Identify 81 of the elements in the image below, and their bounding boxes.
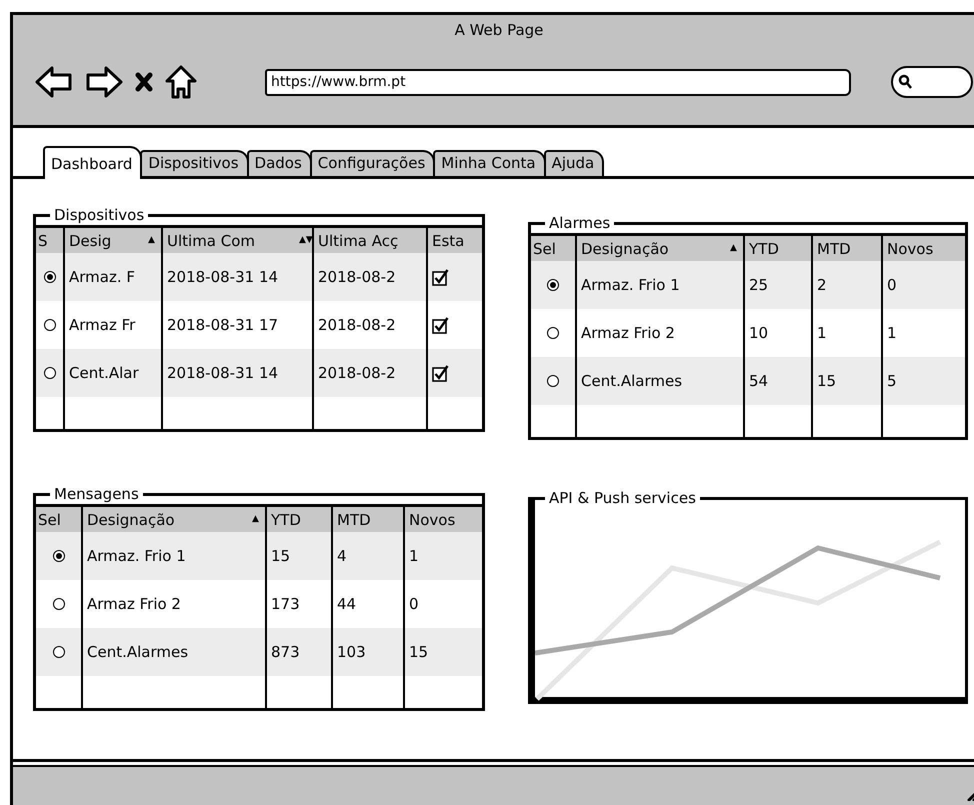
close-icon[interactable] [135, 72, 153, 92]
column-header[interactable]: YTD [743, 236, 811, 261]
table-cell: 173 [271, 595, 300, 613]
column-header[interactable]: S [36, 228, 63, 253]
tab[interactable]: Dashboard [43, 146, 142, 179]
address-field[interactable]: https://www.brm.pt [265, 68, 851, 96]
table-cell: Cent.Alarmes [581, 372, 682, 390]
table-cell: 2018-08-2 [318, 316, 396, 334]
table-cell: Armaz. Frio 1 [87, 547, 186, 565]
panel-title: Alarmes [548, 215, 612, 231]
window-title: A Web Page [454, 21, 544, 39]
table-cell: 2018-08-31 14 [167, 364, 278, 382]
panel-title: Dispositivos [53, 207, 146, 223]
table-cell: 2018-08-31 17 [167, 316, 278, 334]
radio-button[interactable] [44, 367, 56, 379]
table-cell: 2018-08-2 [318, 268, 396, 286]
table-cell: Armaz Fr [69, 316, 136, 334]
tab[interactable]: Ajuda [544, 150, 604, 176]
table-cell: 2018-08-2 [318, 364, 396, 382]
radio-button[interactable] [547, 327, 559, 339]
column-header[interactable]: Sel [531, 236, 575, 261]
column-header[interactable]: Designação [87, 510, 175, 528]
panel-title: Mensagens [53, 486, 140, 502]
table-cell: 1 [817, 324, 827, 342]
forward-arrow-icon[interactable] [85, 65, 123, 99]
table-cell: 44 [337, 595, 356, 613]
column-header[interactable]: Ultima Acç [312, 228, 426, 253]
table-cell: Armaz Frio 2 [87, 595, 181, 613]
column-header[interactable]: MTD [331, 507, 403, 532]
search-icon [898, 74, 912, 90]
radio-button[interactable] [44, 271, 56, 283]
sort-icon[interactable]: ▲ [252, 516, 261, 524]
table-cell: 5 [887, 372, 897, 390]
tab[interactable]: Dados [246, 150, 312, 176]
back-arrow-icon[interactable] [35, 65, 73, 99]
table-cell: Armaz Frio 2 [581, 324, 675, 342]
table-cell: 15 [271, 547, 290, 565]
table-cell: 1 [409, 547, 419, 565]
search-field[interactable] [891, 66, 973, 98]
radio-button[interactable] [52, 598, 64, 610]
table-cell: 1 [887, 324, 897, 342]
radio-button[interactable] [547, 279, 559, 291]
tab[interactable]: Configurações [310, 150, 436, 176]
table-cell: Armaz. Frio 1 [581, 276, 680, 294]
radio-button[interactable] [52, 550, 64, 562]
table-cell: 0 [409, 595, 419, 613]
radio-button[interactable] [44, 319, 56, 331]
column-header[interactable]: Ultima Com [167, 232, 256, 250]
tab[interactable]: Dispositivos [140, 150, 249, 176]
home-icon[interactable] [165, 65, 197, 99]
tab[interactable]: Minha Conta [433, 150, 546, 176]
table-cell: 0 [887, 276, 897, 294]
table-cell: 10 [749, 324, 768, 342]
column-header[interactable]: Desig [69, 232, 112, 250]
radio-button[interactable] [547, 375, 559, 387]
table-cell: 15 [817, 372, 836, 390]
table-cell: 54 [749, 372, 768, 390]
table-cell: 103 [337, 643, 366, 661]
table-cell: 2018-08-31 14 [167, 268, 278, 286]
column-header[interactable]: Novos [403, 507, 482, 532]
table-cell: 873 [271, 643, 300, 661]
checkbox[interactable] [432, 364, 449, 382]
column-header[interactable]: Novos [881, 236, 965, 261]
column-header[interactable]: Designação [581, 240, 669, 258]
radio-button[interactable] [52, 646, 64, 658]
column-header[interactable]: MTD [811, 236, 881, 261]
column-header[interactable]: YTD [265, 507, 331, 532]
table-cell: 15 [409, 643, 428, 661]
checkbox[interactable] [432, 316, 449, 334]
table-cell: Armaz. F [69, 268, 136, 286]
column-header[interactable]: Sel [36, 507, 81, 532]
table-cell: 2 [817, 276, 827, 294]
table-cell: 25 [749, 276, 768, 294]
panel-title: API & Push services [548, 490, 697, 506]
table-cell: Cent.Alarmes [87, 643, 188, 661]
sort-icon[interactable]: ▲ [730, 244, 739, 252]
table-cell: Cent.Alar [69, 364, 139, 382]
checkbox[interactable] [432, 268, 449, 286]
sort-icon[interactable]: ▲ [148, 236, 157, 244]
column-header[interactable]: Esta [426, 228, 482, 253]
table-cell: 4 [337, 547, 347, 565]
